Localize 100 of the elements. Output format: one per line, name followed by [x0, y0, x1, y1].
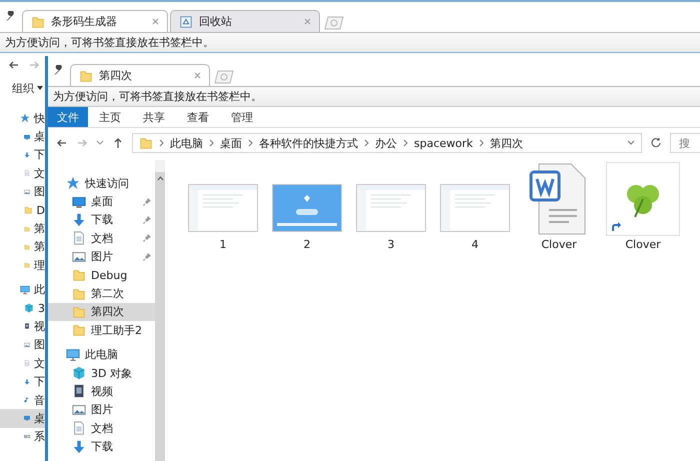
up-arrow-icon[interactable] [112, 137, 124, 149]
sidebar-item[interactable]: 图 [0, 182, 45, 201]
bookmark-hint: 为方便访问，可将书签直接放在书签栏中。 [0, 33, 700, 53]
close-icon[interactable] [152, 18, 159, 25]
address-bar[interactable]: 此电脑 桌面 各种软件的快捷方式 办公 spacework 第四次 [132, 133, 642, 153]
breadcrumb-item[interactable]: spacework [414, 136, 473, 150]
sidebar-item[interactable]: 文 [0, 164, 45, 183]
close-icon[interactable] [304, 18, 311, 25]
nav-pane-item[interactable]: 快速访问 [48, 174, 155, 192]
ribbon-tab[interactable]: 主页 [88, 107, 132, 127]
shortcut-arrow-icon [609, 220, 622, 233]
sidebar-item[interactable]: 桌 [0, 409, 45, 428]
nav-pane-item[interactable]: 第二次 [48, 284, 155, 303]
sidebar-item[interactable]: 音 [0, 390, 45, 410]
sidebar-item[interactable]: 系 [0, 428, 45, 446]
nav-pane-item[interactable]: 文档 [48, 229, 155, 248]
nav-pane-item[interactable]: 下载 [48, 437, 155, 456]
sidebar-item[interactable]: 理 [0, 256, 45, 275]
breadcrumb-item[interactable]: 各种软件的快捷方式 [259, 136, 358, 150]
folder-icon [72, 304, 86, 319]
picture-icon [72, 250, 86, 264]
sidebar-item[interactable]: 第 [0, 219, 45, 238]
sidebar-item[interactable]: 第 [0, 238, 45, 256]
film-icon [72, 384, 86, 398]
sidebar-item[interactable]: 3 [0, 298, 45, 318]
breadcrumb-item[interactable]: 第四次 [490, 136, 523, 150]
search-field[interactable]: 搜 [670, 133, 700, 153]
nav-pane-item[interactable]: 视频 [48, 382, 155, 401]
down-arrow-icon [72, 440, 86, 454]
file-name: Clover [625, 238, 661, 251]
new-tab-button[interactable] [324, 16, 344, 30]
nav-pane-item[interactable]: 理工助手2 [48, 321, 155, 340]
dropdown-caret-icon[interactable] [96, 140, 104, 146]
nav-pane-item[interactable]: 图片 [48, 400, 155, 420]
ribbon-tab[interactable]: 共享 [132, 107, 176, 127]
pin-icon [143, 198, 151, 206]
folder-icon [139, 136, 153, 150]
refresh-icon[interactable] [650, 137, 662, 149]
bookmark-hint: 为方便访问，可将书签直接放在书签栏中。 [48, 87, 700, 107]
sidebar-item[interactable]: 视 [0, 317, 45, 336]
caret-icon [37, 86, 43, 90]
pin-icon [143, 252, 151, 261]
sidebar-item[interactable]: 桌 [0, 127, 45, 146]
breadcrumb-item[interactable]: 办公 [375, 136, 397, 150]
picture-icon [72, 402, 86, 417]
dropdown-caret-icon[interactable] [627, 140, 635, 146]
chevron-right-icon [209, 139, 214, 147]
window-screenshot-thumbnail [357, 185, 425, 231]
browser-tab[interactable]: 第四次 [70, 64, 210, 86]
folder-icon [72, 323, 86, 338]
nav-pane-item[interactable]: 桌面 [48, 192, 155, 211]
file-name: Clover [541, 238, 577, 251]
sidebar-item[interactable]: D [0, 200, 45, 220]
sidebar-item[interactable]: 下 [0, 146, 45, 164]
folder-icon [72, 268, 86, 282]
nav-pane-item[interactable]: 文档 [48, 419, 155, 438]
back-icon[interactable] [56, 137, 68, 149]
folder-icon [72, 286, 86, 301]
computer-icon [66, 348, 80, 362]
forward-icon[interactable] [28, 59, 40, 71]
close-icon[interactable] [194, 72, 201, 79]
sidebar-item[interactable]: 此 [0, 280, 45, 299]
file-name: 1 [220, 238, 226, 251]
back-icon[interactable] [8, 59, 20, 71]
nav-pane-item[interactable]: Debug [48, 266, 155, 284]
nav-pane-item[interactable]: 图片 [48, 248, 155, 266]
nav-pane-item[interactable]: 此电脑 [48, 346, 155, 364]
scrollbar[interactable] [155, 160, 165, 461]
chevron-right-icon [248, 139, 253, 147]
ribbon-tab[interactable]: 管理 [220, 107, 264, 127]
cube-icon [72, 366, 86, 380]
monitor-icon [72, 194, 86, 209]
sidebar-item[interactable]: 快 [0, 109, 45, 128]
sidebar-item[interactable]: 图 [0, 336, 45, 354]
cube-icon [24, 301, 34, 316]
forward-icon[interactable] [76, 137, 88, 149]
organize-menu[interactable]: 组织 [0, 77, 45, 99]
breadcrumb-item[interactable]: 此电脑 [170, 136, 203, 150]
browser-tab[interactable]: 回收站 [170, 10, 320, 32]
browser-tab[interactable]: 条形码生成器 [22, 10, 168, 32]
breadcrumb-item[interactable]: 桌面 [220, 136, 242, 150]
nav-pane-item[interactable]: 3D 对象 [48, 364, 155, 382]
chevron-right-icon [478, 139, 484, 147]
nav-pane-item[interactable]: 第四次 [48, 302, 155, 322]
chevron-right-icon [403, 139, 408, 147]
nav-pane-item[interactable]: 下载 [48, 210, 155, 230]
folder-icon [79, 68, 93, 82]
ribbon-tab[interactable]: 查看 [176, 107, 220, 127]
sidebar-item[interactable]: 文 [0, 354, 45, 372]
scroll-up-icon[interactable] [156, 176, 164, 181]
new-tab-button[interactable] [214, 70, 234, 84]
chevron-right-icon [159, 139, 164, 147]
document-icon [72, 421, 86, 436]
pin-icon [143, 234, 151, 242]
file-name: 3 [388, 238, 394, 251]
ribbon-tab[interactable]: 文件 [48, 107, 88, 127]
star-icon [66, 176, 80, 190]
down-arrow-icon [72, 212, 86, 227]
window-screenshot-thumbnail [441, 185, 509, 231]
sidebar-item[interactable]: 下 [0, 372, 45, 391]
